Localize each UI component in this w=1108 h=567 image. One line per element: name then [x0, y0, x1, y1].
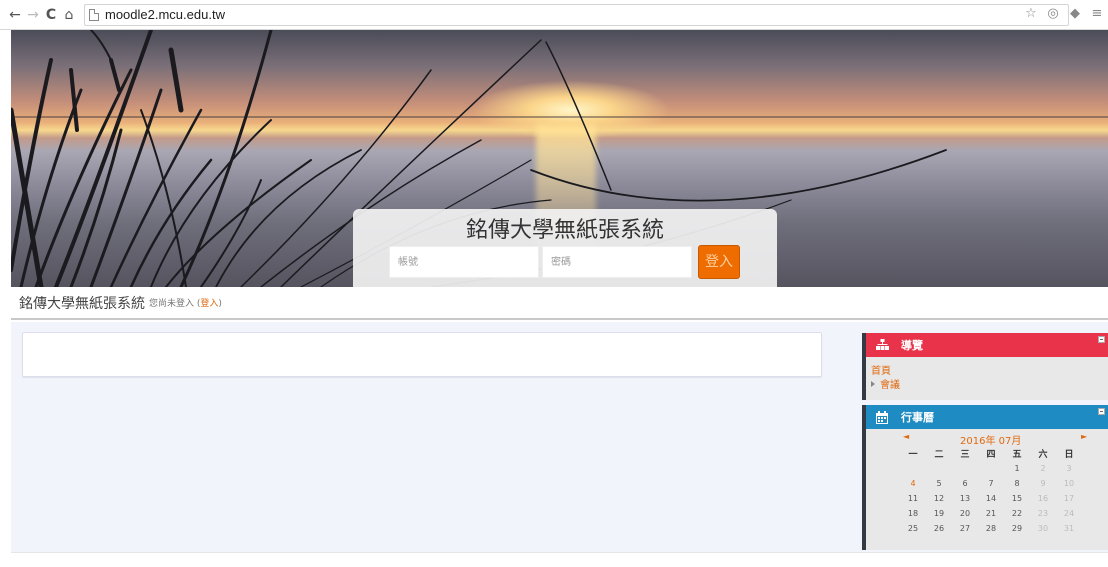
extension-icon[interactable]: ◎ [1046, 5, 1060, 21]
calendar-day: 7 [988, 479, 994, 488]
calendar-day: 23 [1037, 509, 1049, 518]
calendar-day: 19 [933, 509, 945, 518]
login-status-close: ) [218, 299, 222, 309]
calendar-day: 4 [910, 479, 916, 488]
calendar-day: 17 [1063, 494, 1075, 503]
expand-arrow-icon[interactable] [871, 380, 875, 387]
calendar-day: 11 [907, 494, 919, 503]
page-icon [89, 8, 99, 21]
calendar-month-nav: ◄ 2016年 07月 ► [866, 432, 1108, 447]
calendar-day: 10 [1063, 479, 1075, 488]
calendar-grid: 一 二 三 四 五 六 日 1 2 3 4 5 6 7 8 9 10 11 12… [900, 446, 1082, 536]
weekday-header: 二 [934, 450, 944, 460]
calendar-block-header: 行事曆 [866, 405, 1108, 429]
menu-icon[interactable]: ≡ [1090, 5, 1104, 21]
sitemap-icon [875, 338, 889, 352]
bookmark-star-icon[interactable]: ☆ [1024, 5, 1038, 21]
content-card [22, 332, 822, 377]
url-text: moodle2.mcu.edu.tw [105, 7, 225, 22]
login-button[interactable]: 登入 [698, 245, 740, 279]
calendar-day: 30 [1037, 524, 1049, 533]
extension-icon[interactable]: ◆ [1068, 5, 1082, 21]
calendar-day: 12 [933, 494, 945, 503]
calendar-day: 26 [933, 524, 945, 533]
calendar-day [926, 461, 952, 476]
calendar-day: 1 [1014, 464, 1020, 473]
home-icon[interactable]: ⌂ [60, 5, 78, 25]
navigation-block: 導覽 首頁 會議 [862, 333, 1108, 400]
weekday-header: 五 [1012, 450, 1022, 460]
calendar-day [978, 461, 1004, 476]
system-title: 銘傳大學無紙張系統 [465, 218, 664, 243]
weekday-header: 三 [960, 450, 970, 460]
calendar-day: 21 [985, 509, 997, 518]
navigation-block-title: 導覽 [901, 339, 923, 352]
nav-item-home[interactable]: 首頁 [871, 362, 891, 377]
calendar-day [900, 461, 926, 476]
site-header: 銘傳大學無紙張系統 您尚未登入 (登入) [11, 287, 1108, 320]
calendar-day: 29 [1011, 524, 1023, 533]
calendar-day: 8 [1014, 479, 1020, 488]
calendar-month-title[interactable]: 2016年 07月 [960, 432, 1021, 447]
collapse-icon[interactable] [1098, 336, 1105, 343]
weekday-header: 一 [908, 450, 918, 460]
calendar-day: 9 [1040, 479, 1046, 488]
weekday-header: 六 [1038, 450, 1048, 460]
weekday-header: 日 [1064, 450, 1074, 460]
browser-toolbar: ← → C ⌂ moodle2.mcu.edu.tw ☆ ◎ ◆ ≡ [0, 0, 1108, 30]
collapse-icon[interactable] [1098, 408, 1105, 415]
calendar-day: 25 [907, 524, 919, 533]
calendar-day: 20 [959, 509, 971, 518]
previous-month-icon[interactable]: ◄ [903, 432, 909, 441]
calendar-day: 22 [1011, 509, 1023, 518]
calendar-day: 18 [907, 509, 919, 518]
navigation-block-header: 導覽 [866, 333, 1108, 357]
username-input[interactable]: 帳號 [389, 246, 539, 278]
calendar-day: 6 [962, 479, 968, 488]
back-icon[interactable]: ← [6, 5, 24, 25]
login-panel: 銘傳大學無紙張系統 帳號 密碼 登入 [353, 209, 777, 287]
header-banner: 銘傳大學無紙張系統 帳號 密碼 登入 [11, 30, 1108, 287]
login-status: 您尚未登入 (登入) [149, 296, 222, 309]
forward-icon[interactable]: → [24, 5, 42, 25]
calendar-day: 28 [985, 524, 997, 533]
calendar-day: 15 [1011, 494, 1023, 503]
address-bar[interactable]: moodle2.mcu.edu.tw [84, 3, 1069, 26]
calendar-icon [875, 410, 889, 424]
footer-divider [11, 552, 1108, 553]
calendar-day: 14 [985, 494, 997, 503]
calendar-block: 行事曆 ◄ 2016年 07月 ► 一 二 三 四 五 六 日 1 2 3 4 … [862, 405, 1108, 550]
calendar-day: 31 [1063, 524, 1075, 533]
password-input[interactable]: 密碼 [542, 246, 692, 278]
weekday-header: 四 [986, 450, 996, 460]
reload-icon[interactable]: C [42, 5, 60, 25]
nav-item-meetings[interactable]: 會議 [871, 376, 900, 391]
calendar-day: 5 [936, 479, 942, 488]
site-name-link[interactable]: 銘傳大學無紙張系統 [19, 293, 145, 313]
nav-item-meetings-label: 會議 [880, 380, 900, 391]
next-month-icon[interactable]: ► [1081, 432, 1087, 441]
calendar-day [952, 461, 978, 476]
calendar-day: 24 [1063, 509, 1075, 518]
login-status-text: 您尚未登入 ( [149, 299, 201, 309]
calendar-day: 3 [1066, 464, 1072, 473]
calendar-day: 16 [1037, 494, 1049, 503]
calendar-day: 2 [1040, 464, 1046, 473]
calendar-block-title: 行事曆 [901, 411, 934, 424]
calendar-day: 13 [959, 494, 971, 503]
calendar-day: 27 [959, 524, 971, 533]
browser-actions: ☆ ◎ ◆ ≡ [1024, 5, 1104, 21]
login-link[interactable]: 登入 [200, 299, 218, 309]
